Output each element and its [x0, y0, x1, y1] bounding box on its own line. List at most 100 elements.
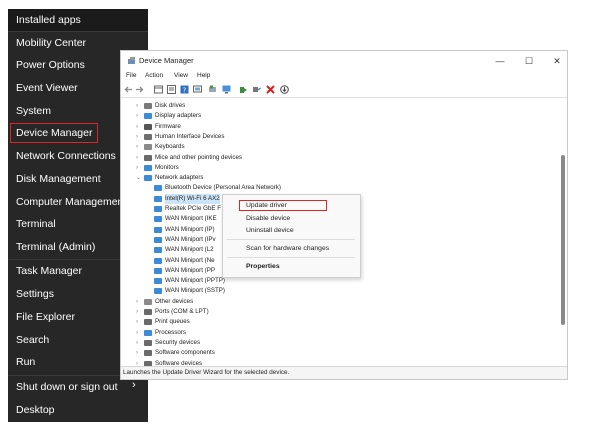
device-label: Network adapters — [155, 174, 204, 182]
submenu-chevron-icon: › — [132, 379, 136, 391]
winx-network-connections[interactable]: Network Connections — [16, 149, 116, 163]
chevron-right-icon[interactable]: › — [136, 101, 138, 111]
device-icon — [154, 236, 162, 243]
device-label: WAN Miniport (Ne — [165, 256, 215, 264]
device-icon — [154, 226, 162, 233]
device-label: WAN Miniport (PPTP) — [165, 277, 225, 285]
view-list-icon[interactable] — [154, 85, 163, 94]
ctx-separator — [227, 239, 355, 240]
ctx-properties[interactable]: Properties — [246, 263, 280, 270]
chevron-right-icon[interactable]: › — [136, 111, 138, 121]
device-label: WAN Miniport (IKE — [165, 215, 217, 223]
menu-action[interactable]: Action — [145, 72, 163, 79]
chevron-right-icon[interactable]: › — [136, 297, 138, 307]
device-icon — [154, 195, 162, 202]
computer-icon[interactable] — [193, 85, 202, 94]
device-label: WAN Miniport (SSTP) — [165, 287, 225, 295]
winx-shut-down[interactable]: Shut down or sign out — [16, 380, 118, 394]
winx-installed-apps[interactable]: Installed apps — [16, 13, 81, 27]
device-icon — [154, 278, 162, 285]
minimize-button[interactable]: — — [493, 55, 507, 67]
device-icon — [144, 103, 152, 109]
device-label: Security devices — [155, 338, 201, 346]
monitor-icon[interactable] — [222, 85, 231, 94]
winx-disk-management[interactable]: Disk Management — [16, 172, 101, 186]
chevron-right-icon[interactable]: › — [136, 142, 138, 152]
svg-text:?: ? — [183, 87, 187, 95]
device-icon — [154, 257, 162, 264]
chevron-right-icon[interactable]: › — [136, 328, 138, 338]
menu-bar: File Action View Help — [121, 71, 567, 83]
device-icon — [144, 309, 152, 315]
toolbar: ? — [121, 83, 567, 98]
ctx-update-driver[interactable]: Update driver — [246, 202, 287, 209]
winx-task-manager[interactable]: Task Manager — [16, 264, 82, 278]
winx-search[interactable]: Search — [16, 333, 49, 347]
window-title: Device Manager — [139, 56, 194, 65]
chevron-right-icon[interactable]: › — [136, 338, 138, 348]
winx-run[interactable]: Run — [16, 355, 35, 369]
properties-icon[interactable] — [167, 85, 176, 94]
menu-file[interactable]: File — [126, 72, 136, 79]
back-arrow-icon[interactable] — [124, 85, 133, 94]
driver-icon[interactable] — [208, 85, 217, 94]
chevron-right-icon[interactable]: › — [136, 132, 138, 142]
device-label: Mice and other pointing devices — [155, 153, 243, 161]
close-button[interactable]: ✕ — [550, 55, 564, 67]
chevron-right-icon[interactable]: › — [136, 122, 138, 132]
ctx-scan-hardware[interactable]: Scan for hardware changes — [246, 245, 329, 252]
status-text: Launches the Update Driver Wizard for th… — [123, 369, 290, 376]
device-icon — [144, 298, 152, 305]
ctx-disable-device[interactable]: Disable device — [246, 215, 290, 222]
winx-computer-management[interactable]: Computer Management — [16, 195, 126, 209]
device-label: Intel(R) Wi-Fi 6 AX2 — [165, 193, 220, 204]
chevron-right-icon[interactable]: › — [136, 163, 138, 173]
device-icon — [154, 288, 162, 295]
forward-arrow-icon[interactable] — [135, 85, 144, 94]
winx-settings[interactable]: Settings — [16, 287, 54, 301]
chevron-right-icon[interactable]: › — [136, 348, 138, 358]
menu-help[interactable]: Help — [197, 72, 210, 79]
disable-device-icon[interactable] — [252, 85, 261, 94]
scan-download-icon[interactable] — [280, 85, 289, 94]
device-label: Human Interface Devices — [155, 132, 225, 140]
maximize-button[interactable]: ☐ — [522, 55, 536, 67]
device-icon — [154, 206, 162, 212]
status-bar: Launches the Update Driver Wizard for th… — [121, 366, 567, 379]
winx-device-manager[interactable]: Device Manager — [9, 123, 99, 143]
winx-file-explorer[interactable]: File Explorer — [16, 310, 75, 324]
winx-power-options[interactable]: Power Options — [16, 58, 85, 72]
menu-view[interactable]: View — [174, 72, 188, 79]
uninstall-x-icon[interactable] — [266, 85, 275, 94]
vertical-scrollbar[interactable] — [561, 155, 565, 325]
winx-mobility-center[interactable]: Mobility Center — [16, 36, 86, 50]
help-icon[interactable]: ? — [180, 85, 189, 94]
device-icon — [144, 175, 152, 182]
device-label: WAN Miniport (IPv — [165, 235, 216, 243]
winx-terminal-admin[interactable]: Terminal (Admin) — [16, 240, 95, 254]
device-label: Monitors — [155, 163, 179, 171]
device-label: Processors — [155, 328, 186, 336]
chevron-down-icon[interactable]: ⌄ — [136, 173, 141, 183]
device-label: WAN Miniport (IP) — [165, 225, 215, 233]
ctx-separator — [227, 257, 355, 258]
device-label: Bluetooth Device (Personal Area Network) — [165, 184, 281, 192]
device-label: Other devices — [155, 297, 194, 305]
device-icon — [154, 185, 162, 192]
winx-event-viewer[interactable]: Event Viewer — [16, 81, 78, 95]
chevron-right-icon[interactable]: › — [136, 317, 138, 327]
chevron-right-icon[interactable]: › — [136, 307, 138, 317]
context-menu: Update driver Disable device Uninstall d… — [222, 194, 361, 278]
device-label: Disk drives — [155, 102, 186, 109]
winx-desktop[interactable]: Desktop — [16, 403, 55, 417]
ctx-uninstall-device[interactable]: Uninstall device — [246, 227, 294, 234]
winx-terminal[interactable]: Terminal — [16, 217, 56, 231]
winx-system[interactable]: System — [16, 104, 51, 118]
device-icon — [144, 113, 152, 120]
update-driver-icon[interactable] — [239, 85, 248, 94]
device-icon — [144, 350, 152, 357]
device-label: Keyboards — [155, 143, 185, 151]
device-label: WAN Miniport (L2 — [165, 246, 214, 254]
chevron-right-icon[interactable]: › — [136, 153, 138, 163]
device-label: Software components — [155, 349, 215, 357]
